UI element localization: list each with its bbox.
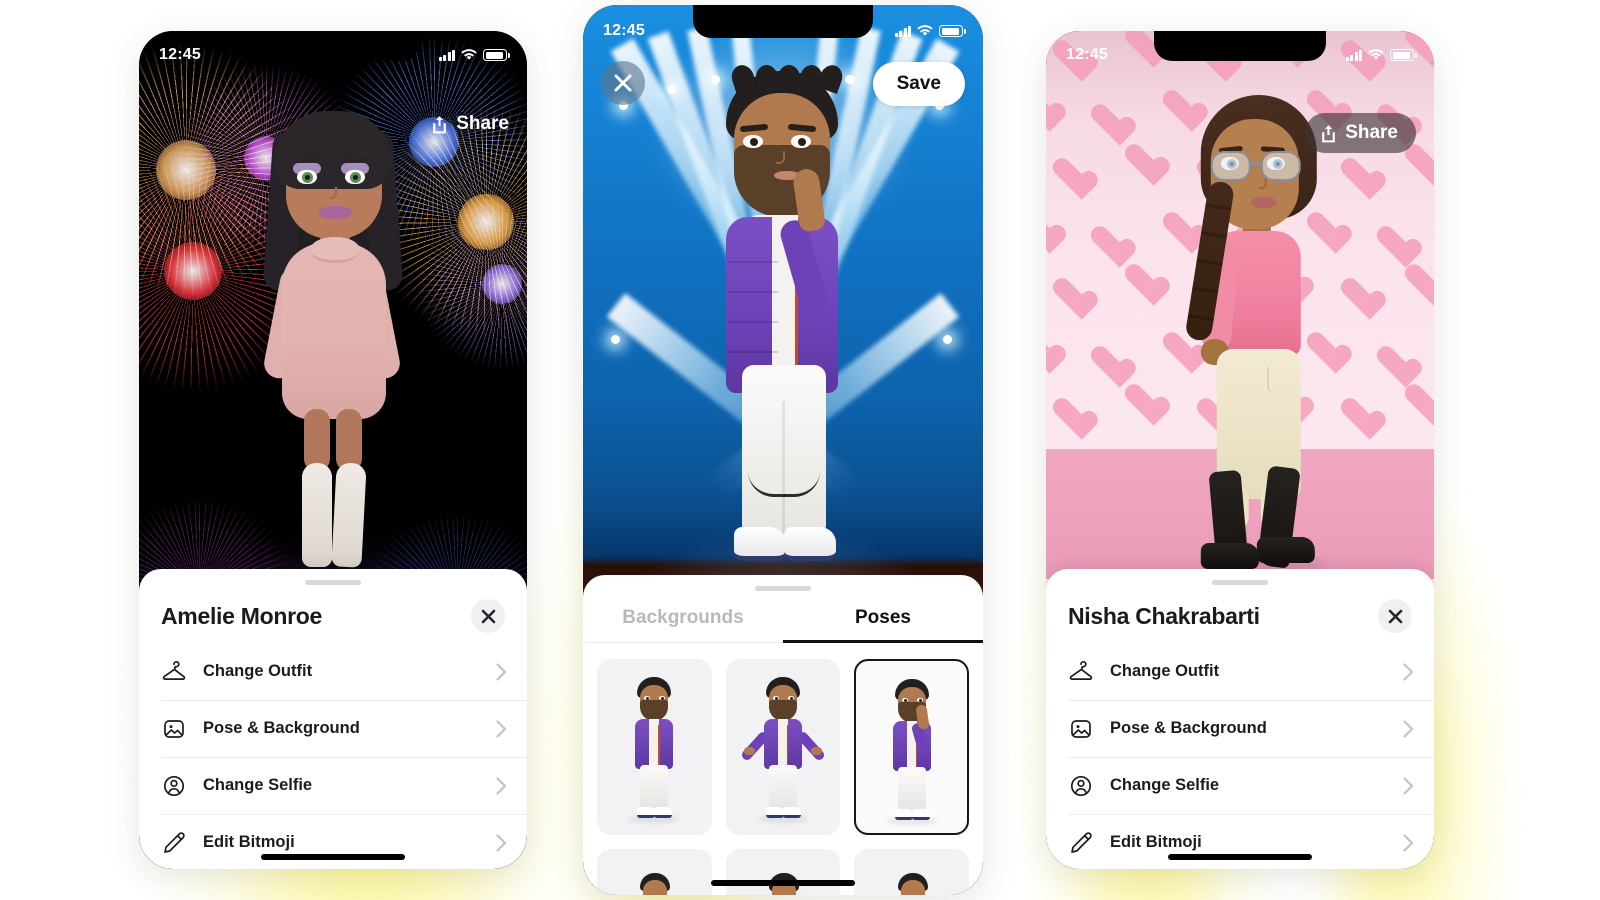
hanger-icon	[1069, 660, 1093, 680]
menu-item-label: Change Selfie	[1110, 776, 1220, 794]
pose-grid	[583, 643, 983, 835]
phone-leo: 12:45 Save Backgrounds Poses	[583, 5, 983, 895]
chevron-right-icon	[496, 776, 507, 795]
menu-item-label: Change Outfit	[1110, 662, 1220, 680]
menu-item-change-outfit[interactable]: Change Outfit	[1046, 643, 1434, 700]
pose-thumbnail	[873, 679, 951, 829]
share-label: Share	[1345, 122, 1398, 143]
chevron-right-icon	[496, 662, 507, 681]
chevron-right-icon	[1403, 662, 1414, 681]
menu-item-label: Change Selfie	[203, 776, 313, 794]
menu-item-change-selfie[interactable]: Change Selfie	[1046, 757, 1434, 814]
menu-item-change-selfie[interactable]: Change Selfie	[139, 757, 527, 814]
pose-option-5[interactable]	[725, 849, 841, 895]
menu-list: Change Outfit Pose & Background Change S…	[139, 643, 527, 869]
screen-nisha: 12:45 Share Nisha Chakrabarti Change Out…	[1046, 31, 1434, 869]
hanger-icon	[162, 660, 186, 680]
phone-notch	[247, 31, 419, 61]
sheet-grabber[interactable]	[755, 586, 811, 591]
sheet-header: Amelie Monroe	[139, 585, 527, 637]
menu-item-label: Edit Bitmoji	[203, 833, 295, 851]
share-upload-icon	[433, 115, 446, 133]
pose-option-1[interactable]	[597, 659, 712, 835]
pose-option-4[interactable]	[597, 849, 712, 895]
sheet-tabs: Backgrounds Poses	[583, 607, 983, 643]
sheet-header: Nisha Chakrabarti	[1046, 585, 1434, 637]
glasses-icon	[1210, 151, 1303, 181]
pose-option-2[interactable]	[725, 659, 841, 835]
avatar-nisha	[1139, 85, 1359, 595]
phone-notch	[693, 5, 873, 38]
close-sheet-button[interactable]	[1378, 599, 1412, 633]
chevron-right-icon	[1403, 719, 1414, 738]
screenshot-stage: 12:45 Share Amelie Monroe Change Outfit …	[0, 0, 1600, 900]
picture-icon	[1071, 719, 1091, 738]
phone-amelie: 12:45 Share Amelie Monroe Change Outfit …	[139, 31, 527, 869]
bottom-sheet-poses: Backgrounds Poses	[583, 575, 983, 895]
close-icon	[481, 609, 495, 623]
screen-leo: 12:45 Save Backgrounds Poses	[583, 5, 983, 895]
sheet-title: Amelie Monroe	[161, 602, 322, 629]
bottom-sheet-amelie: Amelie Monroe Change Outfit Pose & Backg…	[139, 569, 527, 869]
avatar-amelie	[228, 91, 438, 591]
tab-poses[interactable]: Poses	[783, 607, 983, 643]
phone-notch	[1154, 31, 1326, 61]
pose-option-6[interactable]	[854, 849, 969, 895]
share-button[interactable]: Share	[1305, 113, 1416, 153]
close-sheet-button[interactable]	[471, 599, 505, 633]
share-upload-icon	[1322, 124, 1335, 142]
menu-item-label: Pose & Background	[203, 719, 360, 737]
menu-item-pose-background[interactable]: Pose & Background	[1046, 700, 1434, 757]
menu-item-edit-bitmoji[interactable]: Edit Bitmoji	[1046, 814, 1434, 869]
close-icon	[614, 74, 632, 92]
save-button[interactable]: Save	[872, 62, 965, 106]
pose-thumbnail	[739, 677, 827, 827]
menu-item-label: Pose & Background	[1110, 719, 1267, 737]
pose-thumbnail	[615, 677, 693, 827]
close-icon	[1388, 609, 1402, 623]
menu-item-change-outfit[interactable]: Change Outfit	[139, 643, 527, 700]
bottom-sheet-nisha: Nisha Chakrabarti Change Outfit Pose & B…	[1046, 569, 1434, 869]
share-label: Share	[456, 113, 509, 134]
selfie-icon	[1070, 775, 1092, 796]
chevron-right-icon	[496, 833, 507, 852]
menu-item-pose-background[interactable]: Pose & Background	[139, 700, 527, 757]
screen-amelie: 12:45 Share Amelie Monroe Change Outfit …	[139, 31, 527, 869]
home-indicator[interactable]	[1168, 854, 1312, 860]
home-indicator[interactable]	[261, 854, 405, 860]
chevron-right-icon	[1403, 776, 1414, 795]
avatar-leo	[668, 62, 898, 625]
menu-item-label: Edit Bitmoji	[1110, 833, 1202, 851]
pose-option-3-selected[interactable]	[854, 659, 969, 835]
share-button[interactable]: Share	[431, 113, 509, 135]
pencil-icon	[164, 831, 185, 853]
sheet-title: Nisha Chakrabarti	[1068, 602, 1260, 629]
tab-active-underline	[783, 640, 983, 643]
close-button[interactable]	[601, 61, 645, 105]
menu-item-label: Change Outfit	[203, 662, 313, 680]
pencil-icon	[1071, 831, 1092, 853]
chevron-right-icon	[1403, 833, 1414, 852]
home-indicator[interactable]	[711, 880, 855, 886]
pose-grid-row-2	[583, 849, 983, 895]
menu-item-edit-bitmoji[interactable]: Edit Bitmoji	[139, 814, 527, 869]
selfie-icon	[163, 775, 185, 796]
phone-nisha: 12:45 Share Nisha Chakrabarti Change Out…	[1046, 31, 1434, 869]
menu-list: Change Outfit Pose & Background Change S…	[1046, 643, 1434, 869]
chevron-right-icon	[496, 719, 507, 738]
tab-backgrounds[interactable]: Backgrounds	[583, 607, 783, 643]
picture-icon	[164, 719, 184, 738]
